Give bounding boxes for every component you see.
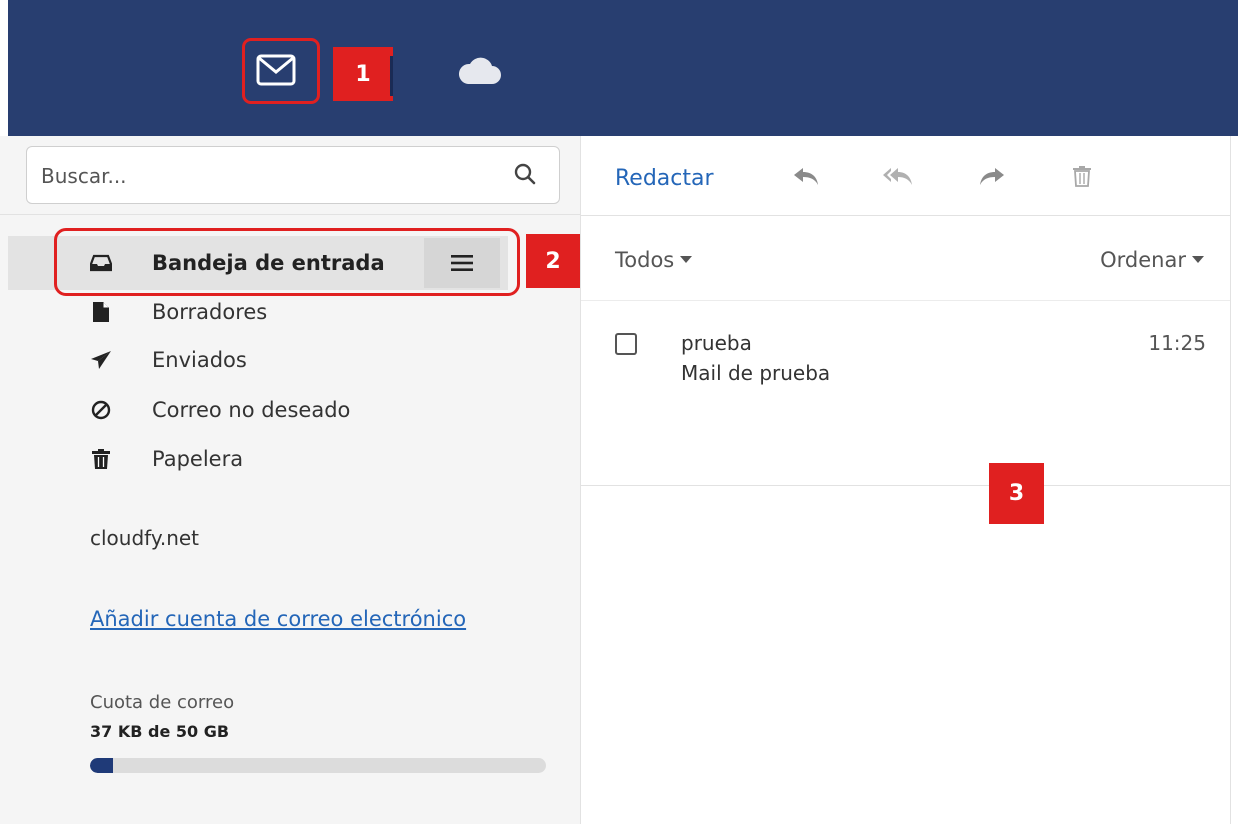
folder-sent-label: Enviados [152, 348, 247, 372]
annotation-box-mail [242, 38, 320, 104]
compose-button[interactable]: Redactar [615, 166, 714, 191]
reply-icon[interactable] [791, 164, 821, 188]
quota-title: Cuota de correo [90, 692, 235, 713]
folder-drafts[interactable]: Borradores [0, 292, 520, 332]
search-input[interactable] [39, 147, 503, 205]
list-filter-bar: Todos Ordenar [581, 216, 1230, 301]
trash-icon[interactable] [1071, 164, 1093, 188]
folder-spam[interactable]: Correo no deseado [0, 390, 520, 430]
folder-trash-label: Papelera [152, 447, 244, 471]
annotation-box-inbox [54, 228, 520, 296]
message-preview: Mail de prueba [681, 361, 831, 385]
quota-progress-fill [90, 758, 113, 773]
folder-trash[interactable]: Papelera [0, 439, 520, 479]
annotation-badge-1: 1 [333, 47, 393, 101]
chevron-down-icon [680, 255, 693, 263]
trash-icon [90, 448, 112, 470]
message-time: 11:25 [1148, 331, 1206, 355]
cloud-icon[interactable] [456, 54, 502, 86]
folder-spam-label: Correo no deseado [152, 398, 351, 422]
chevron-down-icon [1192, 255, 1204, 263]
draft-file-icon [90, 301, 112, 323]
message-subject: prueba [681, 331, 752, 355]
folder-sent[interactable]: Enviados [0, 340, 520, 380]
reply-all-icon[interactable] [881, 164, 915, 188]
folder-drafts-label: Borradores [152, 300, 268, 324]
filter-dropdown[interactable]: Todos [615, 248, 693, 272]
mail-toolbar: Redactar [581, 136, 1230, 216]
top-navigation-bar [8, 0, 1238, 136]
annotation-badge-2: 2 [526, 234, 580, 288]
quota-value: 37 KB de 50 GB [90, 722, 230, 741]
quota-progress-bar [90, 758, 546, 773]
account-domain: cloudfy.net [90, 526, 200, 550]
search-box[interactable] [26, 146, 560, 205]
message-checkbox[interactable] [615, 333, 637, 355]
filter-label: Todos [615, 248, 675, 272]
annotation-badge-3: 3 [989, 463, 1044, 524]
sort-label: Ordenar [1100, 248, 1186, 272]
add-account-link[interactable]: Añadir cuenta de correo electrónico [90, 607, 466, 631]
sort-dropdown[interactable]: Ordenar [1100, 248, 1204, 272]
ban-icon [90, 399, 112, 421]
search-icon[interactable] [513, 162, 537, 186]
paper-plane-icon [90, 349, 112, 371]
forward-icon[interactable] [977, 164, 1007, 188]
nav-divider [390, 56, 393, 96]
message-pane: Redactar Todos Ordenar prueba Mail de pr… [581, 136, 1231, 824]
sidebar-divider [0, 214, 580, 215]
message-list-item[interactable]: prueba Mail de prueba 11:25 [581, 301, 1230, 486]
